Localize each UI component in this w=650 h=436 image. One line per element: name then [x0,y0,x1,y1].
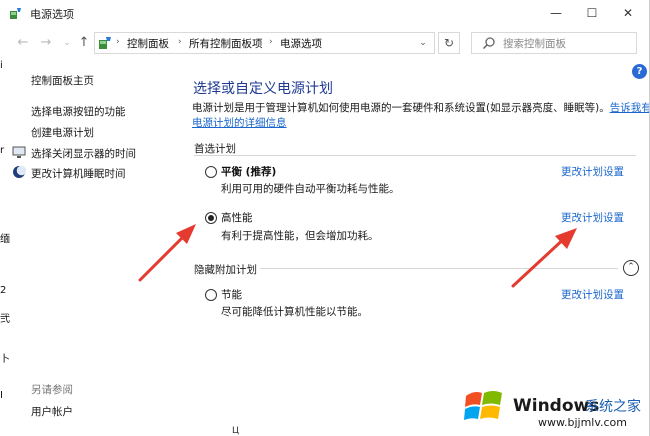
recent-locations-dropdown[interactable]: ⌄ [58,34,76,52]
breadcrumb-separator: › [178,37,182,47]
up-button[interactable]: ↑ [75,34,93,52]
plan-balanced-desc: 利用可用的硬件自动平衡功耗与性能。 [221,183,400,195]
plan-power-saver-radio[interactable] [205,289,217,301]
watermark-site-name: 系统之家 [585,399,641,415]
edge-fragment: 缅 [0,234,10,245]
sidebar-item-display-off[interactable]: 选择关闭显示器的时间 [31,146,136,161]
sidebar-item-create-plan[interactable]: 创建电源计划 [31,125,94,140]
minimize-button[interactable]: — [538,0,574,26]
plan-high-performance-radio[interactable] [205,212,217,224]
watermark-url: www.bjjmlv.com [538,416,627,429]
breadcrumb-control-panel[interactable]: 控制面板 [127,36,169,51]
annotation-arrow-left [138,224,196,282]
annotation-arrow-right [511,228,577,288]
address-dropdown[interactable]: ⌄ [413,32,433,54]
window-title: 电源选项 [30,8,74,21]
learn-more-link-part1[interactable]: 告诉我有关 [610,102,650,114]
refresh-button[interactable]: ↻ [438,32,460,54]
monitor-icon [12,146,26,158]
control-panel-icon [99,37,111,49]
learn-more-link-part2[interactable]: 电源计划的详细信息 [192,117,287,129]
windows-logo-icon [464,391,502,420]
search-icon [482,37,495,50]
edge-fragment: 卜 [0,354,10,365]
plan-balanced-radio[interactable] [205,166,217,178]
learn-more-line: 电源计划的详细信息 [192,115,287,130]
edge-fragment: I [0,390,3,401]
plan-balanced-name[interactable]: 平衡 (推荐) [221,164,276,179]
sidebar-item-sleep-time[interactable]: 更改计算机睡眠时间 [31,166,126,181]
search-placeholder: 搜索控制面板 [503,38,566,50]
edge-fragment: i [0,60,3,71]
page-description: 电源计划是用于管理计算机如何使用电源的一套硬件和系统设置(如显示器亮度、睡眠等)… [192,100,650,115]
help-icon[interactable]: ? [632,64,647,79]
breadcrumb-all-items[interactable]: 所有控制面板项 [189,36,263,51]
edge-fragment: Ц [232,426,239,436]
back-button[interactable]: ← [14,34,32,52]
maximize-button[interactable]: ☐ [574,0,610,26]
breadcrumb-separator: › [116,37,120,47]
collapse-hidden-plans-button[interactable]: ⌃ [623,260,639,276]
breadcrumb-separator: › [269,37,273,47]
edge-fragment: 2 [0,285,7,296]
sidebar-item-power-button[interactable]: 选择电源按钮的功能 [31,104,126,119]
edge-fragment: 弐 [0,314,10,325]
close-button[interactable]: ✕ [610,0,646,26]
user-accounts-link[interactable]: 用户帐户 [31,404,73,419]
plan-high-performance-name[interactable]: 高性能 [221,210,253,225]
plan-balanced-change-settings-link[interactable]: 更改计划设置 [561,164,624,179]
moon-icon [13,165,26,178]
sidebar-item-control-panel-home[interactable]: 控制面板主页 [31,73,94,88]
breadcrumb-power-options[interactable]: 电源选项 [280,36,322,51]
plan-high-performance-desc: 有利于提高性能，但会增加功耗。 [221,230,379,242]
power-options-icon [10,8,21,19]
forward-button[interactable]: → [37,34,55,52]
see-also-label: 另请参阅 [31,384,73,396]
section-divider [194,155,636,156]
plan-power-saver-name[interactable]: 节能 [221,287,242,302]
description-text: 电源计划是用于管理计算机如何使用电源的一套硬件和系统设置(如显示器亮度、睡眠等)… [192,102,610,114]
page-title: 选择或自定义电源计划 [193,81,333,97]
plan-power-saver-desc: 尽可能降低计算机性能以节能。 [221,306,368,318]
preferred-plans-label: 首选计划 [194,143,236,155]
edge-fragment: r [0,145,5,156]
